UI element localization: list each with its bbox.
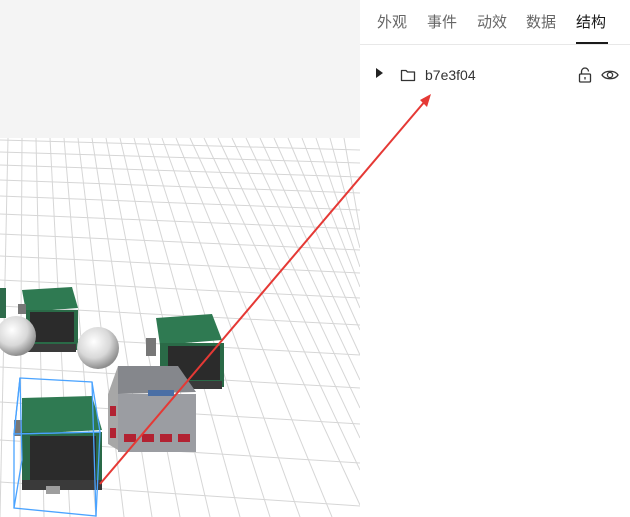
truck-model[interactable] xyxy=(0,288,6,318)
selected-truck-model[interactable] xyxy=(14,396,102,494)
tree-node-label: b7e3f04 xyxy=(425,67,476,83)
truck-model[interactable] xyxy=(108,366,196,452)
eye-icon[interactable] xyxy=(601,68,619,82)
3d-viewport[interactable] xyxy=(0,0,360,517)
sphere-model[interactable] xyxy=(77,327,119,369)
unlock-icon[interactable] xyxy=(578,67,592,83)
tab-data[interactable]: 数据 xyxy=(526,13,556,33)
tree-node-row[interactable]: b7e3f04 xyxy=(360,60,630,90)
properties-panel: 外观 事件 动效 数据 结构 b7e3f04 xyxy=(360,0,630,517)
tab-animation[interactable]: 动效 xyxy=(477,13,507,33)
active-tab-indicator xyxy=(576,42,608,44)
tab-events[interactable]: 事件 xyxy=(427,13,457,33)
tab-appearance[interactable]: 外观 xyxy=(377,13,407,33)
tab-structure[interactable]: 结构 xyxy=(576,13,606,33)
expand-caret-icon[interactable] xyxy=(376,68,383,78)
scene-canvas[interactable] xyxy=(0,0,360,517)
panel-tabs: 外观 事件 动效 数据 结构 xyxy=(360,0,630,45)
folder-icon xyxy=(400,69,416,82)
